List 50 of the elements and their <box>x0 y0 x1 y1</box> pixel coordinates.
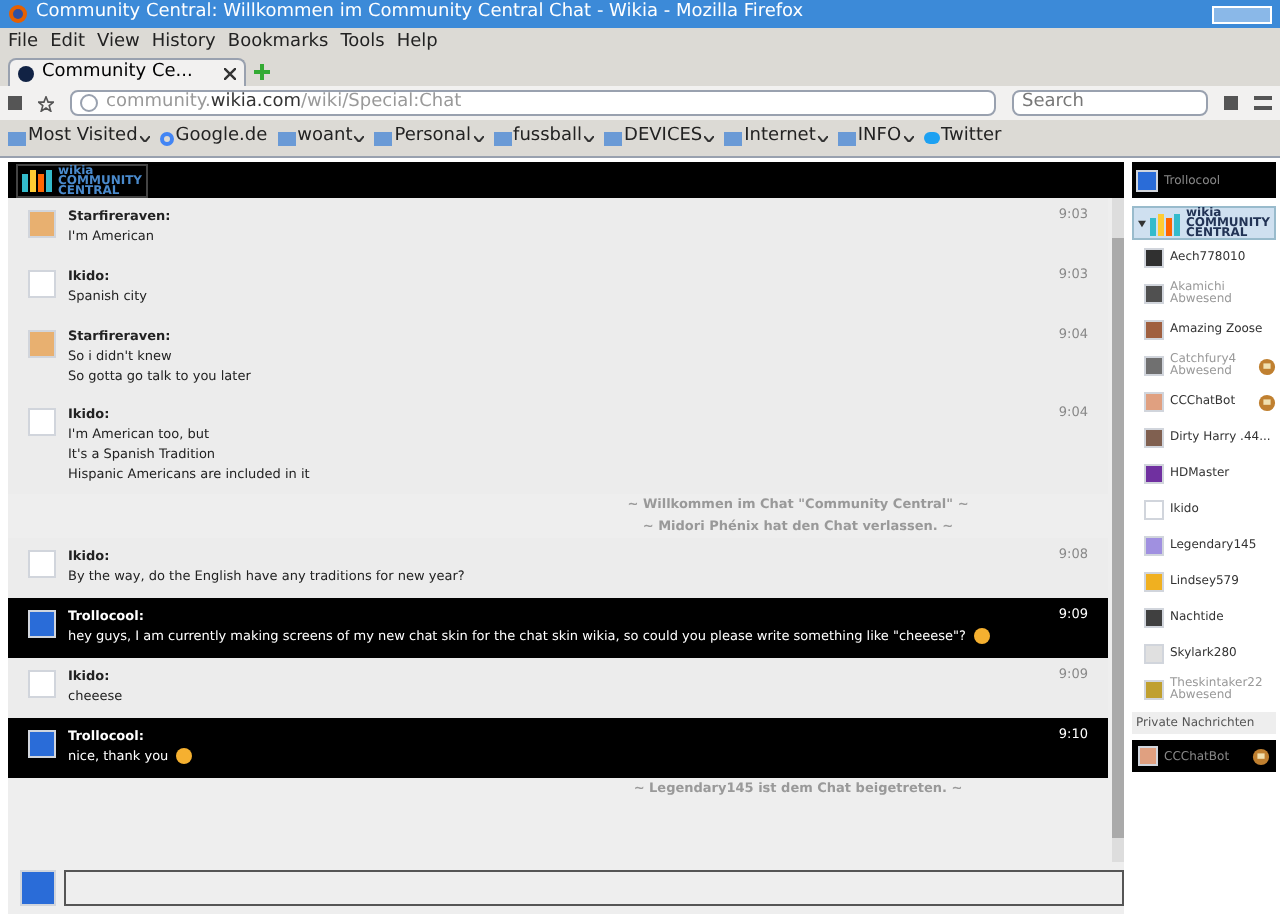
folder-icon <box>724 131 743 145</box>
scrollbar[interactable] <box>1112 198 1124 862</box>
browser-logo-icon <box>8 4 28 24</box>
bookmark-link[interactable]: Internet <box>744 124 816 152</box>
folder-icon <box>493 131 512 145</box>
menu-item[interactable]: Edit <box>50 29 85 57</box>
window-title: Community Central: Willkommen im Community Central Chat - Wikia - Mozilla Firefox <box>36 0 806 27</box>
browser-tab[interactable]: Community Ce... <box>8 58 247 86</box>
chevron-down-icon[interactable] <box>704 135 715 141</box>
folder-icon <box>837 131 856 145</box>
menu-item[interactable]: Help <box>396 29 438 57</box>
bird-icon <box>923 132 940 144</box>
menu-icon[interactable] <box>1254 96 1272 110</box>
chevron-down-icon[interactable] <box>903 135 914 141</box>
bookmark-link[interactable]: fussball <box>513 124 583 152</box>
logo-icon <box>22 168 54 192</box>
logo-icon <box>1149 211 1182 235</box>
bookmark-link[interactable]: Most Visited <box>28 124 138 152</box>
folder-icon <box>374 131 393 145</box>
bookmark-link[interactable]: Personal <box>394 124 472 152</box>
folder-icon <box>604 131 623 145</box>
url-text: community.wikia.com/wiki/Special:Chat <box>106 89 462 116</box>
bookmark-link[interactable]: INFO <box>857 124 902 152</box>
menu-item[interactable]: File <box>8 29 39 57</box>
google-icon <box>159 131 174 145</box>
avatar-icon <box>20 870 56 906</box>
menu-item[interactable]: View <box>97 29 140 57</box>
menu-item[interactable]: Tools <box>340 29 385 57</box>
bookmark-link[interactable]: Twitter <box>941 124 1002 152</box>
folder-icon <box>277 131 296 145</box>
search-field[interactable]: Search <box>1012 90 1208 116</box>
back-icon[interactable] <box>80 94 98 112</box>
folder-icon <box>8 131 26 145</box>
close-icon[interactable] <box>224 67 237 79</box>
menu-item[interactable]: Bookmarks <box>227 29 329 57</box>
chevron-down-icon[interactable] <box>354 135 365 141</box>
caret-icon <box>1138 219 1146 227</box>
avatar-icon <box>1136 169 1158 191</box>
chevron-down-icon[interactable] <box>817 135 828 141</box>
bookmark-link[interactable]: DEVICES <box>624 124 703 152</box>
message-input-field[interactable] <box>64 870 1124 906</box>
bookmark-link[interactable]: Google.de <box>175 124 268 152</box>
menu-item[interactable]: History <box>151 29 216 57</box>
url-field[interactable]: community.wikia.com/wiki/Special:Chat <box>70 90 996 116</box>
chevron-down-icon[interactable] <box>584 135 595 141</box>
chevron-down-icon[interactable] <box>473 135 484 141</box>
bookmark-link[interactable]: woant <box>297 124 353 152</box>
chevron-down-icon[interactable] <box>139 135 150 141</box>
star-icon[interactable] <box>38 95 54 111</box>
site-favicon-icon <box>18 65 34 81</box>
